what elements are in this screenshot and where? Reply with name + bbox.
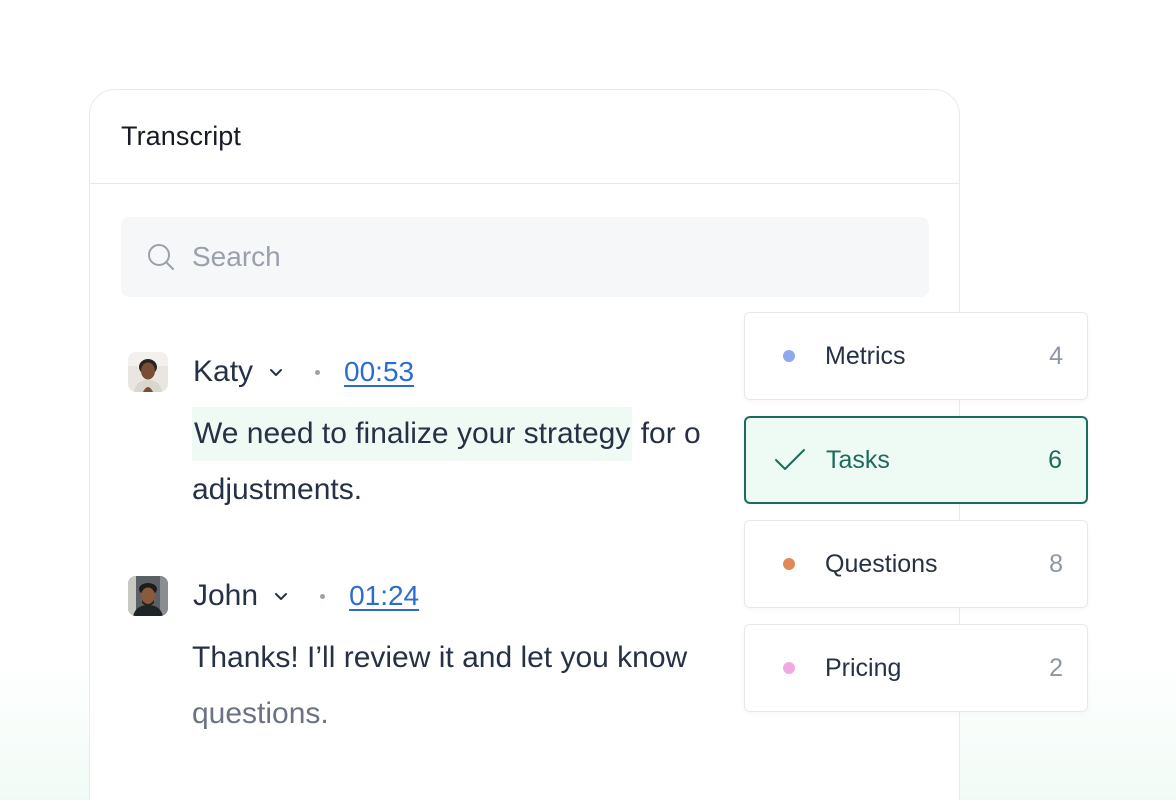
entry-text-line2: adjustments. [192, 473, 363, 506]
highlighted-text[interactable]: We need to finalize your strategy [192, 407, 633, 461]
category-count: 6 [1048, 445, 1062, 474]
category-label: Metrics [825, 341, 906, 370]
entry-text-line2: questions. [192, 697, 329, 730]
chevron-down-icon[interactable] [272, 587, 290, 605]
category-label: Questions [825, 549, 938, 578]
status-dot [783, 350, 795, 362]
status-dot [783, 558, 795, 570]
entry-text-rest: for o [632, 417, 701, 450]
separator-dot [315, 369, 321, 375]
speaker-name[interactable]: John [193, 579, 258, 613]
category-card-metrics[interactable]: Metrics 4 [744, 312, 1088, 400]
avatar [128, 576, 168, 616]
check-icon [774, 448, 806, 472]
separator-dot [320, 593, 326, 599]
timestamp-link[interactable]: 01:24 [349, 580, 419, 612]
search-icon [146, 242, 176, 272]
status-dot [783, 662, 795, 674]
category-label: Pricing [825, 653, 902, 682]
search-input[interactable] [192, 241, 792, 273]
category-count: 4 [1049, 341, 1063, 370]
category-label: Tasks [826, 445, 890, 474]
chevron-down-icon[interactable] [267, 363, 285, 381]
entry-text-line1: Thanks! I’ll review it and let you know [192, 641, 688, 674]
speaker-name[interactable]: Katy [193, 355, 253, 389]
timestamp-link[interactable]: 00:53 [344, 356, 414, 388]
panel-header: Transcript [90, 90, 959, 184]
category-count: 2 [1049, 653, 1063, 682]
panel-title: Transcript [121, 121, 242, 151]
category-card-questions[interactable]: Questions 8 [744, 520, 1088, 608]
category-count: 8 [1049, 549, 1063, 578]
category-card-tasks[interactable]: Tasks 6 [744, 416, 1088, 504]
search-box[interactable] [121, 217, 929, 297]
avatar [128, 352, 168, 392]
category-card-pricing[interactable]: Pricing 2 [744, 624, 1088, 712]
